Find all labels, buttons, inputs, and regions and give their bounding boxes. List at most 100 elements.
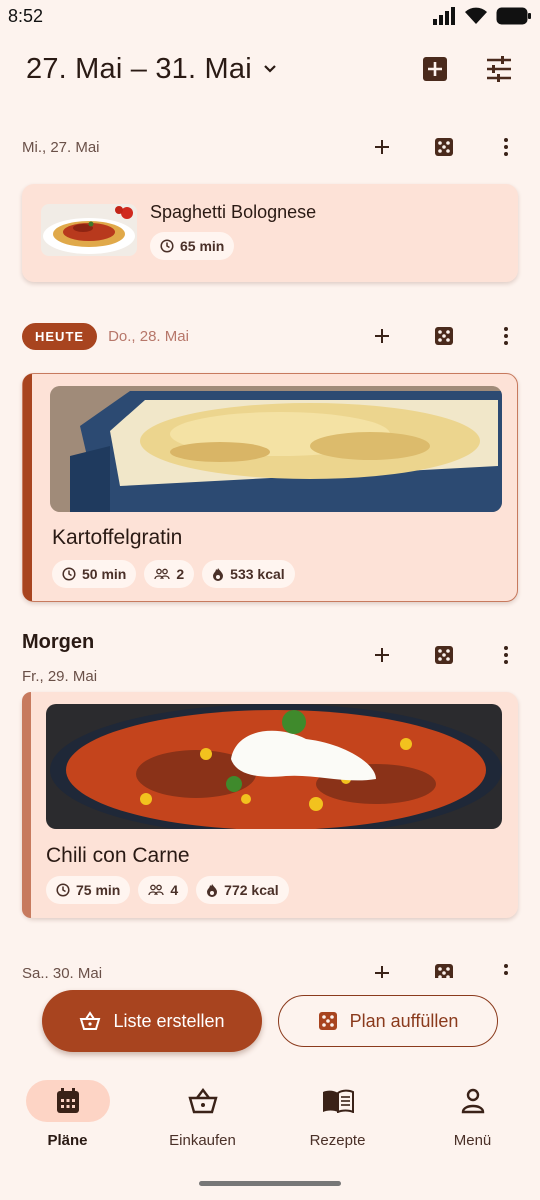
person-icon	[461, 1088, 484, 1114]
more-options-button[interactable]	[492, 133, 520, 161]
time-chip: 75 min	[46, 876, 131, 904]
today-accent-bar	[23, 374, 32, 601]
random-meal-button[interactable]	[430, 959, 458, 978]
time-value: 75 min	[76, 882, 121, 898]
add-plan-button[interactable]	[420, 54, 450, 84]
add-meal-button[interactable]	[368, 641, 396, 669]
plus-icon	[375, 966, 389, 978]
fill-plan-button[interactable]: Plan auffüllen	[278, 995, 498, 1047]
calories-chip: 533 kcal	[202, 560, 295, 588]
nav-item-plans[interactable]: Pläne	[0, 1070, 135, 1170]
servings-chip: 2	[144, 560, 195, 588]
time-chip: 65 min	[150, 232, 235, 260]
fill-plan-label: Plan auffüllen	[349, 1010, 459, 1031]
bottom-actions: Liste erstellen Plan auffüllen	[0, 988, 540, 1058]
dice-icon	[318, 1012, 337, 1030]
time-chip: 50 min	[52, 560, 137, 588]
more-vert-icon	[504, 964, 508, 975]
add-box-icon	[423, 57, 447, 81]
dice-icon	[435, 646, 453, 664]
plus-icon	[375, 329, 389, 343]
accent-bar	[22, 692, 31, 918]
meal-image	[50, 386, 502, 512]
chevron-down-icon[interactable]	[262, 61, 278, 77]
nav-label: Einkaufen	[169, 1132, 236, 1149]
time-value: 50 min	[82, 566, 127, 582]
book-icon	[322, 1089, 354, 1113]
clock-icon	[56, 883, 70, 897]
signal-icon	[433, 7, 455, 25]
nav-item-menu[interactable]: Menü	[405, 1070, 540, 1170]
calories-value: 533 kcal	[230, 566, 285, 582]
flame-icon	[213, 568, 224, 581]
people-icon	[148, 884, 165, 896]
battery-icon	[496, 7, 531, 25]
dice-icon	[435, 964, 453, 978]
calories-value: 772 kcal	[224, 882, 279, 898]
meal-title: Kartoffelgratin	[52, 526, 183, 549]
meal-card[interactable]: Spaghetti Bolognese 65 min	[22, 184, 518, 282]
basket-icon	[187, 1088, 218, 1114]
servings-value: 2	[176, 566, 185, 582]
meal-card[interactable]: Kartoffelgratin 50 min 2 533 kcal	[22, 373, 518, 602]
time-value: 65 min	[180, 238, 225, 254]
flame-icon	[207, 884, 218, 897]
day-header: Mi., 27. Mai	[0, 127, 540, 167]
day-label: Do., 28. Mai	[108, 327, 189, 345]
create-list-button[interactable]: Liste erstellen	[42, 990, 262, 1052]
plus-icon	[375, 140, 389, 154]
day-label: Fr., 29. Mai	[22, 667, 98, 685]
dice-icon	[435, 327, 453, 345]
servings-chip: 4	[138, 876, 189, 904]
date-range-title[interactable]: 27. Mai – 31. Mai	[26, 53, 252, 86]
day-header: HEUTE Do., 28. Mai	[0, 316, 540, 356]
people-icon	[154, 568, 171, 580]
meal-card[interactable]: Chili con Carne 75 min 4 772 kcal	[22, 692, 518, 918]
meal-image	[46, 704, 502, 829]
more-options-button[interactable]	[492, 322, 520, 350]
more-options-button[interactable]	[492, 959, 520, 978]
status-icons	[432, 7, 532, 25]
create-list-label: Liste erstellen	[113, 1010, 225, 1031]
week-plan-list[interactable]: Mi., 27. Mai Spaghetti Bolognese 65 min …	[0, 110, 540, 978]
tune-icon	[487, 56, 511, 82]
clock-icon	[160, 239, 174, 253]
status-time: 8:52	[8, 5, 44, 26]
wifi-icon	[465, 7, 487, 24]
basket-icon	[80, 1011, 101, 1030]
calendar-icon	[56, 1088, 79, 1113]
servings-value: 4	[170, 882, 179, 898]
nav-label: Menü	[453, 1132, 492, 1149]
bottom-navigation: Pläne Einkaufen Rezepte Menü	[0, 1070, 540, 1170]
filter-button[interactable]	[484, 54, 514, 84]
dice-icon	[435, 138, 453, 156]
meal-image	[41, 204, 137, 256]
meal-title: Spaghetti Bolognese	[150, 202, 317, 222]
nav-label: Pläne	[47, 1132, 88, 1149]
nav-item-shopping[interactable]: Einkaufen	[135, 1070, 270, 1170]
more-vert-icon	[504, 646, 508, 664]
today-badge: HEUTE	[22, 322, 98, 350]
plus-icon	[375, 648, 389, 662]
add-meal-button[interactable]	[368, 133, 396, 161]
more-vert-icon	[504, 327, 508, 345]
day-label: Mi., 27. Mai	[22, 138, 100, 156]
clock-icon	[62, 567, 76, 581]
random-meal-button[interactable]	[430, 322, 458, 350]
calories-chip: 772 kcal	[196, 876, 289, 904]
add-meal-button[interactable]	[368, 322, 396, 350]
day-header: Fr., 29. Mai	[0, 635, 540, 685]
home-indicator[interactable]	[199, 1181, 341, 1186]
random-meal-button[interactable]	[430, 641, 458, 669]
more-options-button[interactable]	[492, 641, 520, 669]
day-header: Sa., 30. Mai	[0, 953, 540, 978]
meal-title: Chili con Carne	[46, 844, 190, 867]
day-label: Sa., 30. Mai	[22, 964, 103, 979]
header: 27. Mai – 31. Mai	[0, 44, 540, 94]
random-meal-button[interactable]	[430, 133, 458, 161]
nav-label: Rezepte	[309, 1132, 366, 1149]
status-bar: 8:52	[0, 0, 540, 32]
nav-item-recipes[interactable]: Rezepte	[270, 1070, 405, 1170]
add-meal-button[interactable]	[368, 959, 396, 978]
more-vert-icon	[504, 138, 508, 156]
